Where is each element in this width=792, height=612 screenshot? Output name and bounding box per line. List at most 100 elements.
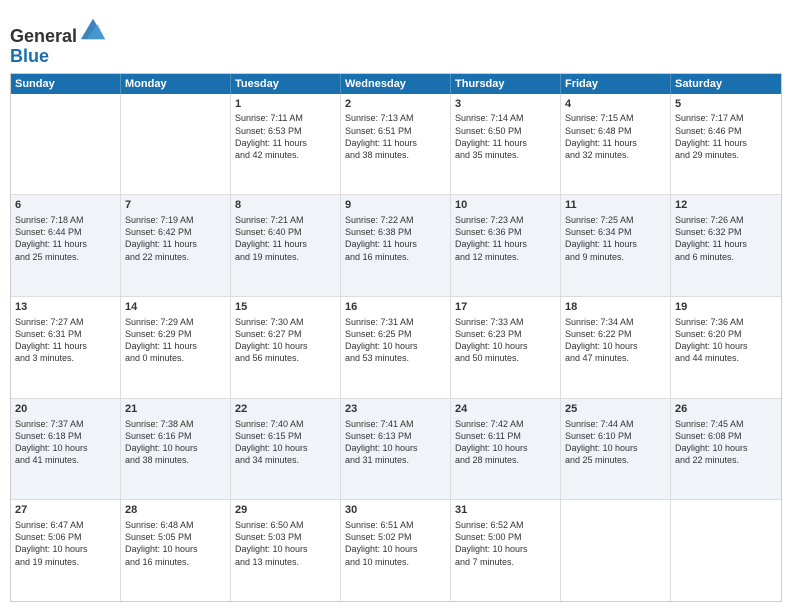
- page: General Blue SundayMondayTuesdayWednesda…: [0, 0, 792, 612]
- day-info-line: Daylight: 10 hours: [675, 442, 777, 454]
- day-info-line: Sunset: 6:40 PM: [235, 226, 336, 238]
- calendar-cell: 10Sunrise: 7:23 AMSunset: 6:36 PMDayligh…: [451, 195, 561, 296]
- day-number: 23: [345, 402, 446, 417]
- day-number: 27: [15, 503, 116, 518]
- day-info-line: Sunset: 6:51 PM: [345, 125, 446, 137]
- day-info-line: Sunset: 6:31 PM: [15, 328, 116, 340]
- day-number: 9: [345, 198, 446, 213]
- day-info-line: Daylight: 10 hours: [565, 340, 666, 352]
- day-info-line: and 41 minutes.: [15, 454, 116, 466]
- header-day-saturday: Saturday: [671, 74, 781, 94]
- day-info-line: Sunrise: 7:30 AM: [235, 316, 336, 328]
- day-info-line: Sunset: 5:06 PM: [15, 531, 116, 543]
- day-info-line: and 6 minutes.: [675, 251, 777, 263]
- day-info-line: Sunrise: 6:51 AM: [345, 519, 446, 531]
- day-number: 5: [675, 97, 777, 112]
- calendar-cell: 16Sunrise: 7:31 AMSunset: 6:25 PMDayligh…: [341, 297, 451, 398]
- day-number: 25: [565, 402, 666, 417]
- day-info-line: and 56 minutes.: [235, 352, 336, 364]
- day-info-line: Daylight: 10 hours: [455, 442, 556, 454]
- day-info-line: Sunset: 5:03 PM: [235, 531, 336, 543]
- calendar-cell: 5Sunrise: 7:17 AMSunset: 6:46 PMDaylight…: [671, 94, 781, 195]
- day-info-line: and 32 minutes.: [565, 149, 666, 161]
- calendar-cell: 28Sunrise: 6:48 AMSunset: 5:05 PMDayligh…: [121, 500, 231, 601]
- calendar-cell: 19Sunrise: 7:36 AMSunset: 6:20 PMDayligh…: [671, 297, 781, 398]
- header-day-thursday: Thursday: [451, 74, 561, 94]
- day-info-line: Sunset: 6:08 PM: [675, 430, 777, 442]
- day-info-line: Daylight: 10 hours: [675, 340, 777, 352]
- day-info-line: and 25 minutes.: [565, 454, 666, 466]
- day-info-line: Sunrise: 7:44 AM: [565, 418, 666, 430]
- day-number: 12: [675, 198, 777, 213]
- day-info-line: Sunrise: 7:23 AM: [455, 214, 556, 226]
- day-info-line: Sunset: 6:15 PM: [235, 430, 336, 442]
- day-number: 3: [455, 97, 556, 112]
- calendar-cell: 31Sunrise: 6:52 AMSunset: 5:00 PMDayligh…: [451, 500, 561, 601]
- day-info-line: Sunset: 6:27 PM: [235, 328, 336, 340]
- logo-general: General: [10, 26, 77, 46]
- day-info-line: and 13 minutes.: [235, 556, 336, 568]
- day-info-line: and 50 minutes.: [455, 352, 556, 364]
- day-info-line: and 16 minutes.: [125, 556, 226, 568]
- day-info-line: and 12 minutes.: [455, 251, 556, 263]
- calendar-cell: 11Sunrise: 7:25 AMSunset: 6:34 PMDayligh…: [561, 195, 671, 296]
- day-number: 7: [125, 198, 226, 213]
- day-info-line: Daylight: 11 hours: [345, 137, 446, 149]
- day-number: 2: [345, 97, 446, 112]
- day-info-line: and 3 minutes.: [15, 352, 116, 364]
- calendar-cell: 23Sunrise: 7:41 AMSunset: 6:13 PMDayligh…: [341, 399, 451, 500]
- calendar-cell: [671, 500, 781, 601]
- day-info-line: and 42 minutes.: [235, 149, 336, 161]
- day-info-line: Sunset: 5:05 PM: [125, 531, 226, 543]
- day-info-line: Sunrise: 7:27 AM: [15, 316, 116, 328]
- day-info-line: Daylight: 11 hours: [15, 340, 116, 352]
- day-info-line: Daylight: 11 hours: [345, 238, 446, 250]
- calendar-cell: 14Sunrise: 7:29 AMSunset: 6:29 PMDayligh…: [121, 297, 231, 398]
- day-info-line: Sunrise: 7:29 AM: [125, 316, 226, 328]
- day-info-line: Sunset: 6:42 PM: [125, 226, 226, 238]
- calendar-cell: 21Sunrise: 7:38 AMSunset: 6:16 PMDayligh…: [121, 399, 231, 500]
- day-info-line: Sunset: 6:38 PM: [345, 226, 446, 238]
- day-info-line: Daylight: 10 hours: [345, 543, 446, 555]
- day-info-line: Sunrise: 6:48 AM: [125, 519, 226, 531]
- logo-blue: Blue: [10, 46, 49, 66]
- calendar-cell: 13Sunrise: 7:27 AMSunset: 6:31 PMDayligh…: [11, 297, 121, 398]
- day-info-line: Sunrise: 7:34 AM: [565, 316, 666, 328]
- day-info-line: Daylight: 11 hours: [235, 238, 336, 250]
- day-info-line: Daylight: 11 hours: [565, 238, 666, 250]
- day-info-line: Sunset: 6:25 PM: [345, 328, 446, 340]
- day-info-line: Sunset: 6:22 PM: [565, 328, 666, 340]
- calendar-cell: 29Sunrise: 6:50 AMSunset: 5:03 PMDayligh…: [231, 500, 341, 601]
- day-info-line: Daylight: 10 hours: [235, 340, 336, 352]
- day-number: 21: [125, 402, 226, 417]
- day-info-line: and 22 minutes.: [675, 454, 777, 466]
- calendar-header: SundayMondayTuesdayWednesdayThursdayFrid…: [11, 74, 781, 94]
- day-info-line: Sunrise: 7:18 AM: [15, 214, 116, 226]
- day-info-line: Sunrise: 7:17 AM: [675, 112, 777, 124]
- day-info-line: and 28 minutes.: [455, 454, 556, 466]
- calendar-cell: 15Sunrise: 7:30 AMSunset: 6:27 PMDayligh…: [231, 297, 341, 398]
- day-info-line: Sunrise: 6:52 AM: [455, 519, 556, 531]
- day-info-line: Sunset: 6:50 PM: [455, 125, 556, 137]
- day-number: 30: [345, 503, 446, 518]
- day-info-line: Sunset: 6:23 PM: [455, 328, 556, 340]
- day-info-line: Sunrise: 7:36 AM: [675, 316, 777, 328]
- day-info-line: Daylight: 11 hours: [675, 137, 777, 149]
- day-info-line: Sunset: 5:02 PM: [345, 531, 446, 543]
- day-info-line: Sunrise: 7:19 AM: [125, 214, 226, 226]
- header: General Blue: [10, 10, 782, 67]
- calendar-cell: 25Sunrise: 7:44 AMSunset: 6:10 PMDayligh…: [561, 399, 671, 500]
- calendar-cell: 30Sunrise: 6:51 AMSunset: 5:02 PMDayligh…: [341, 500, 451, 601]
- day-info-line: Sunset: 6:13 PM: [345, 430, 446, 442]
- day-info-line: and 19 minutes.: [15, 556, 116, 568]
- day-number: 16: [345, 300, 446, 315]
- calendar-row: 20Sunrise: 7:37 AMSunset: 6:18 PMDayligh…: [11, 398, 781, 500]
- day-info-line: Daylight: 10 hours: [235, 543, 336, 555]
- day-info-line: Sunrise: 7:41 AM: [345, 418, 446, 430]
- calendar-cell: 3Sunrise: 7:14 AMSunset: 6:50 PMDaylight…: [451, 94, 561, 195]
- day-info-line: Sunset: 6:29 PM: [125, 328, 226, 340]
- day-info-line: Sunrise: 7:14 AM: [455, 112, 556, 124]
- day-number: 24: [455, 402, 556, 417]
- day-info-line: Daylight: 10 hours: [125, 543, 226, 555]
- day-info-line: Daylight: 10 hours: [15, 543, 116, 555]
